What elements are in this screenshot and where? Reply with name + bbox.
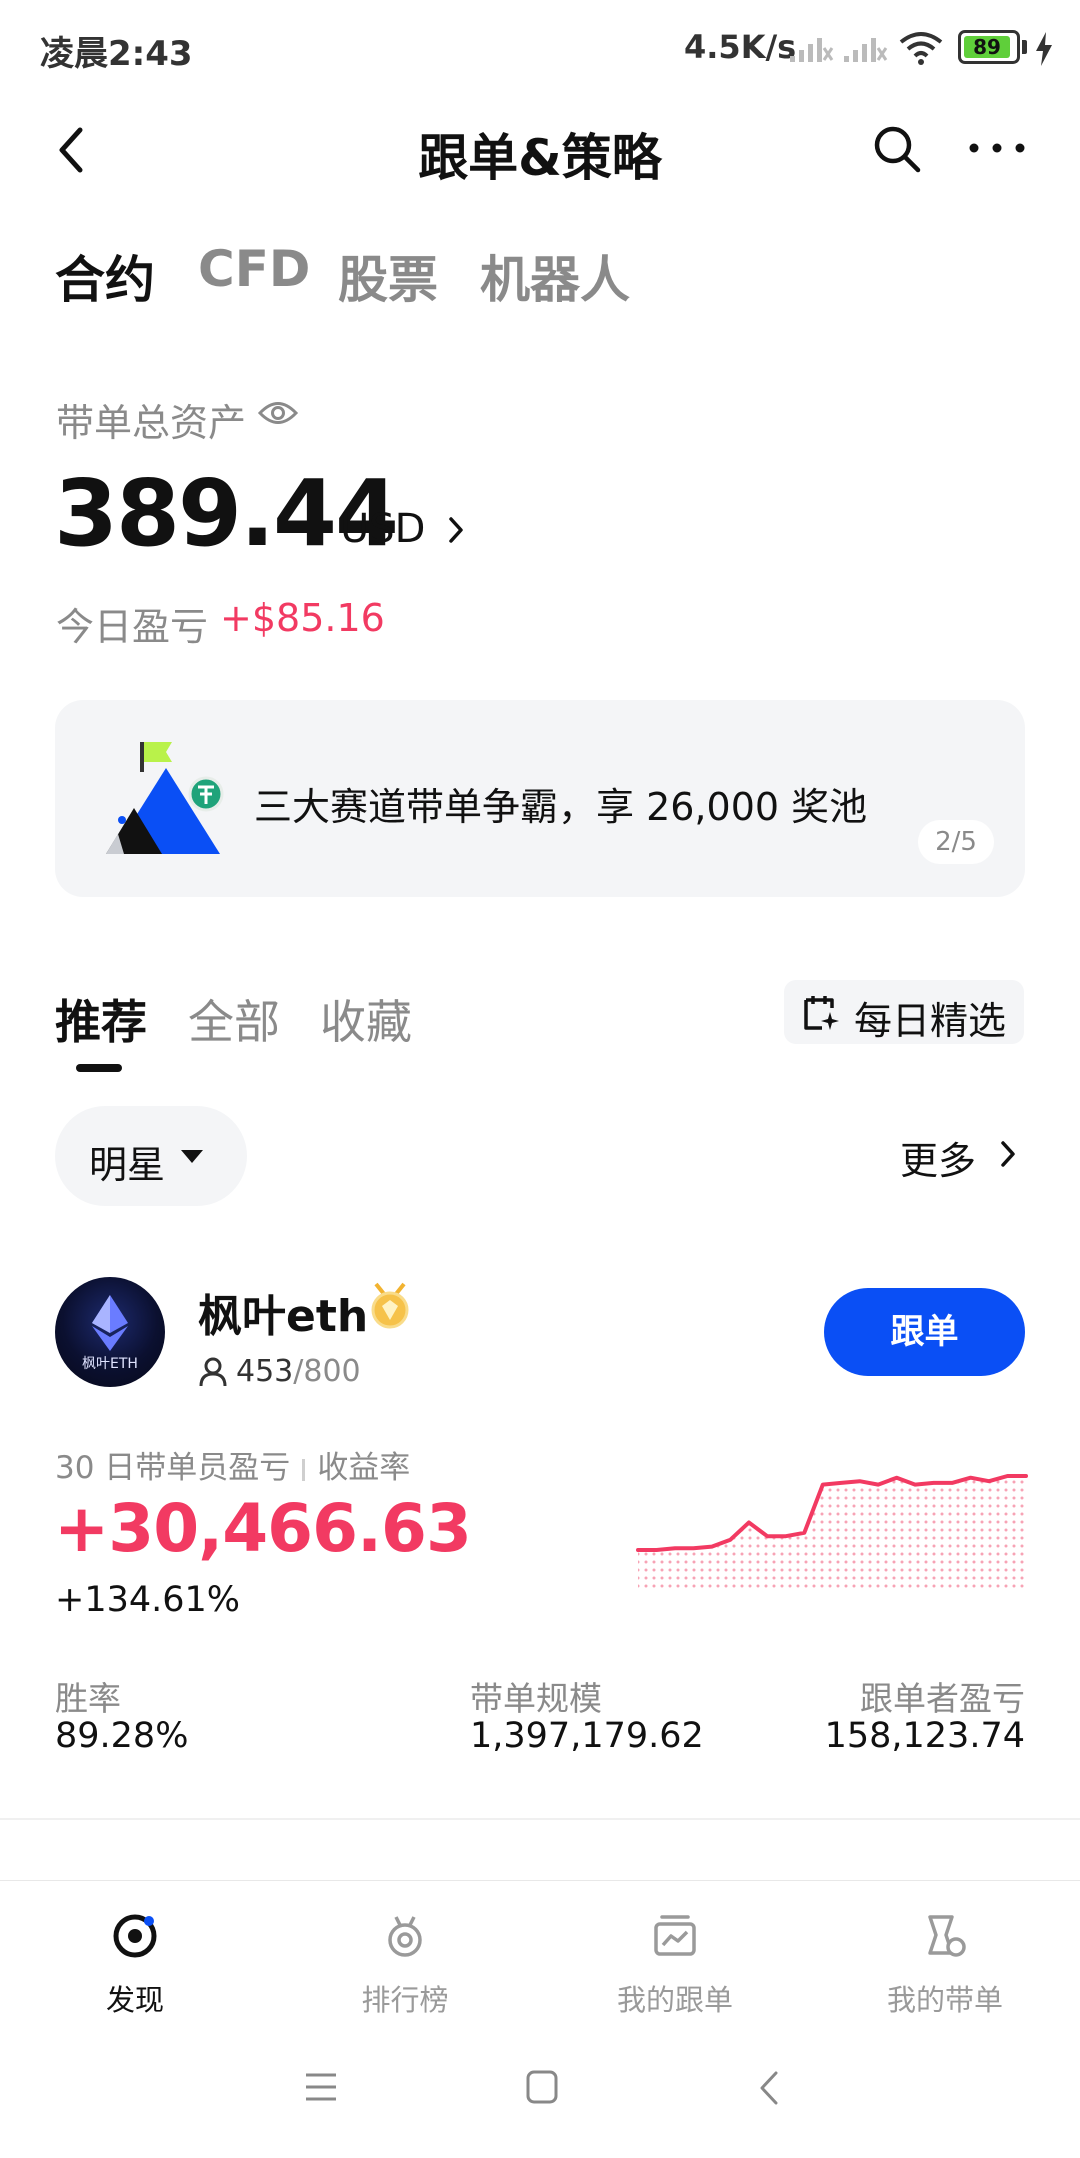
follower-max: /800 — [293, 1354, 361, 1389]
daily-pick-button[interactable]: 每日精选 — [784, 980, 1024, 1044]
signal-icon-2 — [844, 38, 888, 62]
chevron-right-icon[interactable] — [446, 514, 466, 546]
follower-count: 453/800 — [236, 1354, 361, 1389]
battery-icon: 89 — [958, 30, 1020, 64]
trader-name[interactable]: 枫叶eth — [198, 1280, 368, 1344]
copy-trade-button[interactable]: 跟单 — [824, 1288, 1025, 1376]
filter-dropdown[interactable]: 明星 — [55, 1106, 247, 1206]
system-nav-bar — [0, 2028, 1080, 2158]
assets-label: 带单总资产 — [56, 401, 247, 445]
more-link[interactable]: 更多 — [900, 1130, 976, 1185]
stat-value-follower-pnl: 158,123.74 — [824, 1716, 1025, 1756]
filter-selected: 明星 — [89, 1143, 166, 1187]
today-pnl-value: +$85.16 — [220, 596, 385, 640]
user-icon — [199, 1357, 227, 1387]
pnl-label: 30 日带单员盈亏 — [55, 1450, 291, 1486]
caret-down-icon — [181, 1150, 203, 1163]
stat-label-winrate: 胜率 — [55, 1679, 121, 1718]
nav-my-copy[interactable]: 我的跟单 — [540, 1881, 810, 2029]
stat-label-scale: 带单规模 — [470, 1679, 602, 1718]
more-options-icon[interactable] — [968, 140, 1026, 156]
daily-pick-label: 每日精选 — [854, 999, 1007, 1043]
tab-all[interactable]: 全部 — [188, 986, 280, 1052]
menu-icon[interactable] — [304, 2072, 338, 2102]
stat-value-winrate: 89.28% — [55, 1716, 189, 1756]
signal-icon — [790, 38, 834, 62]
tab-cfd[interactable]: CFD — [198, 240, 310, 298]
tab-contract[interactable]: 合约 — [55, 240, 155, 312]
pnl-sparkline-chart — [636, 1474, 1028, 1588]
nav-discover[interactable]: 发现 — [0, 1881, 270, 2029]
charging-icon — [1036, 32, 1052, 66]
eye-icon[interactable] — [258, 398, 298, 428]
assets-unit: USD — [340, 506, 426, 552]
stat-value-scale: 1,397,179.62 — [470, 1716, 704, 1756]
pnl-label-row: 30 日带单员盈亏 收益率 — [55, 1442, 410, 1487]
banner-text[interactable]: 三大赛道带单争霸，享 26,000 奖池 — [254, 776, 867, 831]
tab-stocks[interactable]: 股票 — [338, 240, 438, 312]
label-divider — [302, 1458, 306, 1481]
avatar[interactable]: 枫叶ETH — [55, 1277, 165, 1387]
nav-label-discover: 发现 — [105, 1983, 164, 2017]
stat-label-follower-pnl: 跟单者盈亏 — [860, 1679, 1025, 1718]
mountain-flag-icon — [106, 742, 224, 854]
nav-label-my-lead: 我的带单 — [886, 1983, 1003, 2017]
calendar-sparkle-icon — [804, 996, 839, 1030]
nav-label-ranking: 排行榜 — [361, 1983, 449, 2017]
my-copy-icon — [654, 1915, 696, 1956]
card-divider — [0, 1818, 1080, 1820]
battery-tip — [1022, 40, 1027, 54]
ethereum-logo-icon — [92, 1295, 128, 1351]
network-speed: 4.5K/s — [684, 28, 797, 66]
system-back-icon[interactable] — [758, 2070, 780, 2106]
bottom-nav: 发现 排行榜 我的跟单 我的带单 — [0, 1880, 1080, 2028]
pnl-value: +30,466.63 — [54, 1490, 472, 1567]
tab-bots[interactable]: 机器人 — [480, 240, 630, 312]
nav-label-my-copy: 我的跟单 — [616, 1983, 733, 2017]
sparkline-area — [638, 1476, 1026, 1588]
battery-level: 89 — [973, 35, 1001, 59]
search-icon[interactable] — [872, 124, 922, 174]
follower-current: 453 — [236, 1354, 294, 1389]
ranking-icon — [388, 1916, 422, 1957]
active-tab-indicator — [76, 1064, 122, 1072]
home-icon[interactable] — [526, 2070, 558, 2104]
status-time: 凌晨2:43 — [40, 34, 193, 74]
roi-value: +134.61% — [55, 1580, 241, 1620]
roi-label: 收益率 — [317, 1450, 411, 1486]
gold-badge-icon — [371, 1282, 409, 1329]
avatar-label: 枫叶ETH — [82, 1356, 138, 1372]
tab-favorites[interactable]: 收藏 — [320, 986, 412, 1052]
banner-page-indicator: 2/5 — [918, 820, 994, 864]
my-lead-icon — [928, 1915, 966, 1957]
tab-recommended[interactable]: 推荐 — [55, 986, 147, 1052]
wifi-icon — [899, 32, 943, 65]
chevron-right-icon-more[interactable] — [998, 1138, 1018, 1170]
discover-icon — [113, 1914, 157, 1958]
nav-ranking[interactable]: 排行榜 — [270, 1881, 540, 2029]
today-pnl-label: 今日盈亏 — [56, 605, 209, 649]
nav-my-lead[interactable]: 我的带单 — [810, 1881, 1080, 2029]
